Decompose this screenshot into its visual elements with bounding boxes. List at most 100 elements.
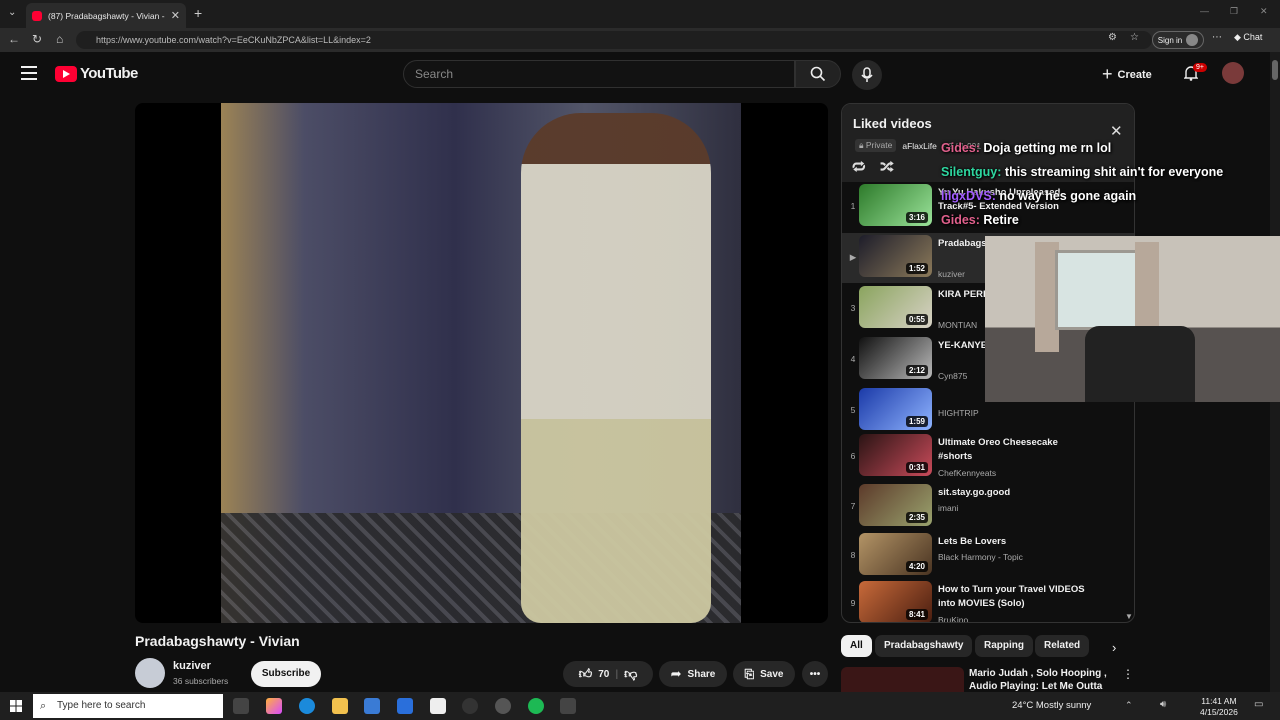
home-icon[interactable]: ⌂ (56, 32, 63, 46)
video-title: Pradabagshawty - Vivian (135, 633, 300, 649)
obs-icon[interactable] (462, 698, 478, 714)
playlist-controls: 🔁︎ 🔀︎ (852, 156, 894, 177)
duration-badge: 0:55 (905, 314, 928, 325)
chip-pradabagshawty[interactable]: Pradabagshawty (875, 635, 973, 657)
chat-message: Gides: Doja getting me rn lol (941, 141, 1111, 155)
chat-text: Retire (983, 213, 1019, 227)
channel-name[interactable]: kuziver (173, 660, 211, 672)
more-menu-icon[interactable]: ⋯ (1212, 32, 1222, 43)
playlist-item[interactable]: 9 8:41 How to Turn your Travel VIDEOS into… (842, 579, 1134, 622)
more-actions-button[interactable]: ••• (802, 661, 828, 687)
url-field[interactable]: https://www.youtube.com/watch?v=EeCKuNbZ… (76, 31, 1152, 49)
shuffle-icon[interactable]: 🔀︎ (880, 156, 894, 177)
close-tab-icon[interactable]: ✕ (171, 9, 180, 22)
subscribe-button[interactable]: Subscribe (251, 661, 321, 687)
refresh-icon[interactable]: ↻ (32, 32, 42, 46)
playlist-item-channel: HIGHTRIP (938, 408, 979, 418)
playlist-item-thumbnail: 1:52 (859, 235, 932, 277)
scroll-down-icon[interactable]: ▼ (1125, 612, 1133, 621)
chat-username: Gides: (941, 213, 980, 227)
back-icon[interactable]: ← (8, 32, 20, 46)
video-frame (221, 103, 741, 623)
minimize-icon[interactable]: — (1200, 6, 1209, 16)
close-window-icon[interactable]: ✕ (1260, 6, 1268, 17)
thumbs-up-icon: 👍︎ (578, 666, 593, 681)
new-tab-icon[interactable]: + (194, 5, 202, 21)
duration-badge: 2:35 (905, 512, 928, 523)
copilot-chat-button[interactable]: ◆ Chat (1234, 32, 1262, 43)
playlist-item-index: 5 (850, 405, 856, 415)
playlist-item-channel: ChefKennyeats (938, 468, 997, 478)
dislike-button[interactable]: 👎︎ (624, 666, 637, 682)
chip-related[interactable]: Related (1035, 635, 1090, 657)
playlist-item-title: How to Turn your Travel VIDEOS into MOVI… (938, 584, 1085, 609)
youtube-logo[interactable]: YouTube (55, 65, 138, 82)
clock-time: 11:41 AM (1201, 696, 1237, 706)
duration-badge: 1:59 (905, 416, 928, 427)
tray-overflow-icon[interactable]: ⌃ (1125, 700, 1133, 711)
copilot-icon[interactable] (266, 698, 282, 714)
notification-center-icon[interactable]: ▭ (1254, 699, 1263, 710)
browser-tab[interactable]: (87) Pradabagshawty - Vivian - Yo ✕ (26, 3, 186, 28)
duration-badge: 3:16 (905, 212, 928, 223)
playlist-item-thumbnail: 3:16 (859, 184, 932, 226)
playlist-item-index: 8 (850, 550, 856, 560)
hamburger-menu-icon[interactable] (21, 66, 37, 80)
close-playlist-icon[interactable]: ✕ (1110, 122, 1123, 140)
privacy-label: Private (865, 140, 893, 150)
playlist-item-index: 1 (850, 201, 856, 211)
loop-icon[interactable]: 🔁︎ (852, 156, 866, 177)
spotify-icon[interactable] (528, 698, 544, 714)
playlist-item[interactable]: 7 2:35 sit.stay.go.good imani (842, 482, 1134, 532)
create-button[interactable]: + Create (1102, 64, 1152, 85)
file-explorer-icon[interactable] (332, 698, 348, 714)
notification-count-badge: 9+ (1193, 63, 1207, 72)
tab-actions-icon[interactable]: ⌄ (8, 7, 16, 18)
playlist-item-channel: Cyn875 (938, 371, 968, 381)
playlist-item-title: Ultimate Oreo Cheesecake #shorts (938, 437, 1058, 462)
clock-date: 4/15/2026 (1200, 707, 1238, 717)
taskbar-search-icon: ⌕ (40, 700, 47, 712)
windows-taskbar: ⌕ Type here to search 24°C Mostly sunny … (0, 692, 1280, 720)
recommendation-thumbnail[interactable] (841, 667, 964, 692)
search-button[interactable] (795, 60, 841, 88)
address-bar: ← ↻ ⌂ https://www.youtube.com/watch?v=Ee… (0, 28, 1280, 52)
share-button[interactable]: ➦ Share (659, 661, 727, 687)
sign-in-button[interactable]: Sign in (1152, 31, 1204, 49)
chip-rapping[interactable]: Rapping (975, 635, 1033, 657)
favorites-icon[interactable]: ☆ (1130, 32, 1139, 43)
notepad-icon[interactable] (430, 698, 446, 714)
voice-search-button[interactable] (852, 60, 882, 90)
microsoft-store-icon[interactable] (364, 698, 380, 714)
extensions-icon[interactable]: ⚙ (1108, 32, 1117, 43)
system-clock[interactable]: 11:41 AM 4/15/2026 (1200, 696, 1238, 718)
playlist-item[interactable]: 8 4:20 Lets Be Lovers Black Harmony - Topic (842, 531, 1134, 581)
volume-icon[interactable]: 🔊︎ (1160, 699, 1166, 710)
account-avatar[interactable] (1222, 62, 1244, 84)
taskbar-search-input[interactable]: ⌕ Type here to search (33, 694, 223, 718)
like-button[interactable]: 👍︎ 70 (579, 666, 610, 682)
app-icon[interactable] (560, 698, 576, 714)
video-player[interactable] (135, 103, 828, 623)
save-button[interactable]: ⎘ Save (733, 661, 795, 687)
weather-widget[interactable]: 24°C Mostly sunny (1012, 700, 1091, 711)
task-view-icon[interactable] (233, 698, 249, 714)
mail-icon[interactable] (397, 698, 413, 714)
edge-browser-icon[interactable] (299, 698, 315, 714)
scrollbar-thumb[interactable] (1272, 60, 1278, 80)
channel-avatar[interactable] (135, 658, 165, 688)
thumbs-down-icon: 👎︎ (624, 666, 638, 681)
obs-active-icon[interactable] (495, 698, 511, 714)
youtube-favicon-icon (32, 10, 42, 21)
playlist-owner[interactable]: aFlaxLife (902, 141, 937, 151)
chip-all[interactable]: All (841, 635, 872, 657)
playlist-item[interactable]: 6 0:31 Ultimate Oreo Cheesecake #shorts Che… (842, 432, 1134, 482)
microphone-icon (861, 67, 873, 82)
windows-start-icon[interactable] (10, 700, 22, 712)
chat-text: this streaming shit ain't for everyone (1004, 165, 1224, 179)
chat-username: Silentguy: (941, 165, 1002, 179)
restore-icon[interactable]: ❐ (1230, 6, 1238, 17)
recommendation-menu-icon[interactable]: ⋮ (1122, 667, 1134, 681)
search-input[interactable]: Search (403, 60, 795, 88)
chips-next-icon[interactable]: › (1112, 640, 1116, 655)
